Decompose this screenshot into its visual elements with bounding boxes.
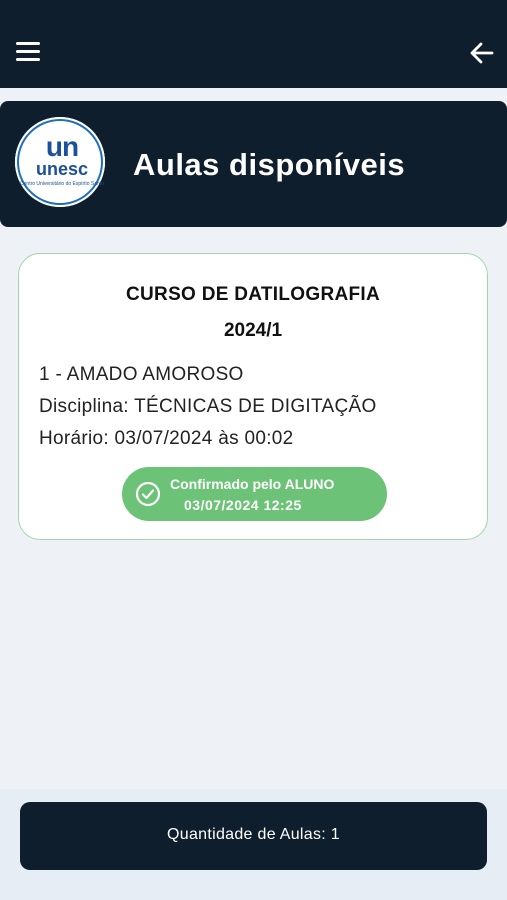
- course-name: CURSO DE DATILOGRAFIA: [126, 284, 380, 305]
- arrow-left-icon: [470, 42, 494, 64]
- lesson-card[interactable]: CURSO DE DATILOGRAFIA 2024/1 1 - AMADO A…: [18, 253, 488, 540]
- status-badge: Confirmado pelo ALUNO 03/07/2024 12:25: [122, 467, 387, 521]
- course-period: 2024/1: [223, 320, 283, 341]
- lesson-title: 1 - AMADO AMOROSO: [39, 364, 244, 385]
- logo-mark: un: [45, 131, 79, 162]
- logo-subtitle: Centro Universitário do Espírito Santo: [20, 181, 104, 187]
- unesc-logo: un unesc Centro Universitário do Espírit…: [15, 117, 105, 207]
- back-button[interactable]: [467, 38, 497, 68]
- status-label: Confirmado pelo ALUNO: [170, 476, 335, 492]
- lesson-schedule: Horário: 03/07/2024 às 00:02: [39, 428, 294, 449]
- check-circle-icon: [135, 481, 161, 507]
- page-title: Aulas disponíveis: [133, 147, 406, 182]
- lesson-discipline: Disciplina: TÉCNICAS DE DIGITAÇÃO: [39, 396, 377, 417]
- logo-word: unesc: [35, 159, 89, 179]
- top-app-bar: [0, 0, 507, 88]
- status-datetime: 03/07/2024 12:25: [184, 497, 302, 513]
- lesson-count-bar: Quantidade de Aulas: 1: [20, 802, 487, 870]
- lesson-count-label: Quantidade de Aulas: 1: [167, 826, 340, 843]
- menu-button[interactable]: [14, 40, 42, 64]
